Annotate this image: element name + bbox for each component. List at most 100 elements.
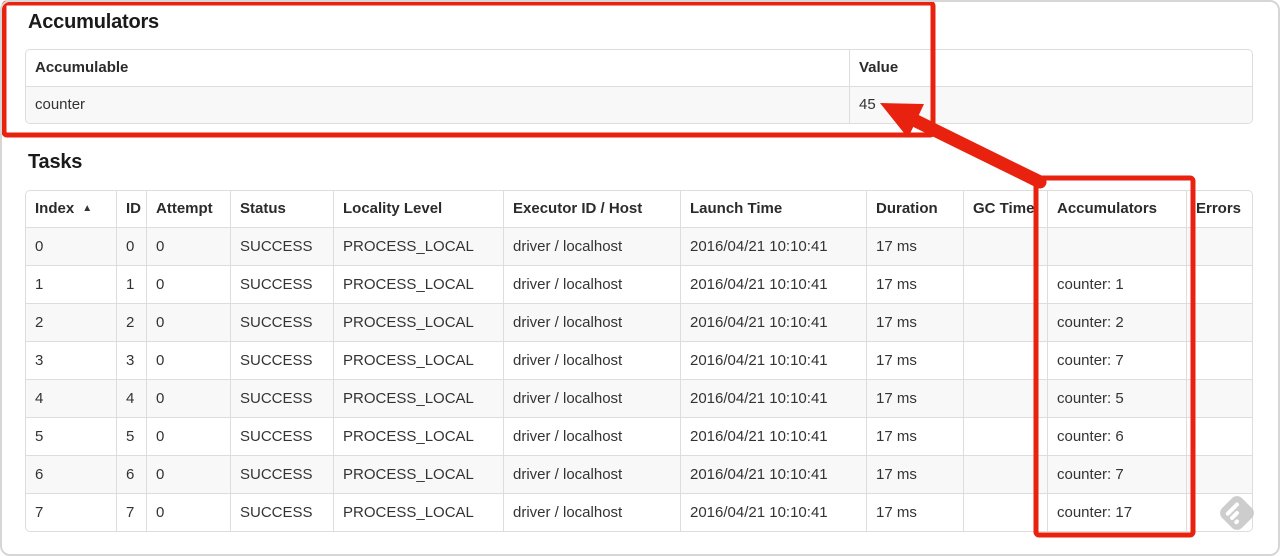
table-cell: 0 bbox=[116, 227, 146, 265]
table-cell: 2016/04/21 10:10:41 bbox=[680, 227, 866, 265]
table-cell: 2016/04/21 10:10:41 bbox=[680, 417, 866, 455]
table-cell: PROCESS_LOCAL bbox=[333, 417, 503, 455]
column-header-label: Launch Time bbox=[690, 200, 783, 217]
table-cell: driver / localhost bbox=[503, 341, 680, 379]
table-cell: counter: 7 bbox=[1047, 455, 1186, 493]
table-cell: counter: 5 bbox=[1047, 379, 1186, 417]
task-row-7: 7 7 0 SUCCESS PROCESS_LOCAL driver / localhos… bbox=[26, 493, 1252, 531]
table-cell: 1 bbox=[116, 265, 146, 303]
table-cell: counter: 7 bbox=[1047, 341, 1186, 379]
task-header-2[interactable]: Attempt bbox=[146, 191, 230, 227]
table-cell: 17 ms bbox=[866, 227, 963, 265]
table-cell: SUCCESS bbox=[230, 303, 333, 341]
accumulators-header-row: Accumulable Value bbox=[26, 50, 1252, 86]
table-cell: 17 ms bbox=[866, 341, 963, 379]
table-cell: counter: 2 bbox=[1047, 303, 1186, 341]
table-cell: 7 bbox=[26, 493, 116, 531]
table-cell: 1 bbox=[26, 265, 116, 303]
table-cell: 6 bbox=[116, 455, 146, 493]
table-cell: 45 bbox=[849, 86, 1252, 123]
column-header-label: Value bbox=[859, 59, 899, 76]
table-cell: PROCESS_LOCAL bbox=[333, 265, 503, 303]
table-cell: PROCESS_LOCAL bbox=[333, 227, 503, 265]
task-header-1[interactable]: ID bbox=[116, 191, 146, 227]
table-cell: 7 bbox=[116, 493, 146, 531]
table-cell: counter: 17 bbox=[1047, 493, 1186, 531]
table-cell: SUCCESS bbox=[230, 379, 333, 417]
table-cell bbox=[1186, 303, 1252, 341]
table-cell bbox=[1047, 227, 1186, 265]
table-cell: 17 ms bbox=[866, 265, 963, 303]
accumulable-header-0: Accumulable bbox=[26, 50, 849, 86]
table-cell: 2016/04/21 10:10:41 bbox=[680, 379, 866, 417]
task-header-4[interactable]: Locality Level bbox=[333, 191, 503, 227]
table-cell: 2016/04/21 10:10:41 bbox=[680, 303, 866, 341]
task-row-1: 1 1 0 SUCCESS PROCESS_LOCAL driver / localhos… bbox=[26, 265, 1252, 303]
table-cell: driver / localhost bbox=[503, 227, 680, 265]
table-cell: 0 bbox=[26, 227, 116, 265]
table-cell: 2 bbox=[116, 303, 146, 341]
table-cell: 2 bbox=[26, 303, 116, 341]
table-cell bbox=[1186, 417, 1252, 455]
table-cell bbox=[1186, 265, 1252, 303]
table-cell: 3 bbox=[116, 341, 146, 379]
accumulators-section-title: Accumulators bbox=[28, 11, 159, 33]
task-header-7[interactable]: Duration bbox=[866, 191, 963, 227]
table-cell: counter: 6 bbox=[1047, 417, 1186, 455]
table-cell: 17 ms bbox=[866, 303, 963, 341]
table-cell: 4 bbox=[116, 379, 146, 417]
table-cell: PROCESS_LOCAL bbox=[333, 493, 503, 531]
table-cell: driver / localhost bbox=[503, 303, 680, 341]
table-cell: 6 bbox=[26, 455, 116, 493]
table-cell bbox=[1186, 227, 1252, 265]
table-cell bbox=[963, 417, 1047, 455]
accumulators-table: Accumulable Value counter 45 bbox=[25, 49, 1253, 124]
accumulator-row-0: counter 45 bbox=[26, 86, 1252, 123]
task-row-5: 5 5 0 SUCCESS PROCESS_LOCAL driver / localhos… bbox=[26, 417, 1252, 455]
table-cell: PROCESS_LOCAL bbox=[333, 455, 503, 493]
table-cell: 0 bbox=[146, 417, 230, 455]
column-header-label: Attempt bbox=[156, 200, 213, 217]
task-row-4: 4 4 0 SUCCESS PROCESS_LOCAL driver / localhos… bbox=[26, 379, 1252, 417]
task-row-0: 0 0 0 SUCCESS PROCESS_LOCAL driver / localhos… bbox=[26, 227, 1252, 265]
table-cell: 17 ms bbox=[866, 379, 963, 417]
column-header-label: Status bbox=[240, 200, 286, 217]
tasks-table-body: 0 0 0 SUCCESS PROCESS_LOCAL driver / localhos… bbox=[26, 227, 1252, 531]
table-cell: counter bbox=[26, 86, 849, 123]
tasks-table: Index ▲ ID Attempt Status Locality Level Execu… bbox=[25, 190, 1253, 532]
table-cell: 17 ms bbox=[866, 455, 963, 493]
table-cell: SUCCESS bbox=[230, 493, 333, 531]
table-cell: driver / localhost bbox=[503, 417, 680, 455]
table-cell: SUCCESS bbox=[230, 417, 333, 455]
table-cell: counter: 1 bbox=[1047, 265, 1186, 303]
table-cell: 5 bbox=[116, 417, 146, 455]
task-header-9[interactable]: Accumulators bbox=[1047, 191, 1186, 227]
table-cell: 0 bbox=[146, 303, 230, 341]
task-header-3[interactable]: Status bbox=[230, 191, 333, 227]
table-cell: 2016/04/21 10:10:41 bbox=[680, 455, 866, 493]
task-header-5[interactable]: Executor ID / Host bbox=[503, 191, 680, 227]
table-cell: PROCESS_LOCAL bbox=[333, 303, 503, 341]
table-cell bbox=[963, 265, 1047, 303]
table-cell: 2016/04/21 10:10:41 bbox=[680, 341, 866, 379]
table-cell: 0 bbox=[146, 265, 230, 303]
tasks-header-row: Index ▲ ID Attempt Status Locality Level Execu… bbox=[26, 191, 1252, 227]
task-row-3: 3 3 0 SUCCESS PROCESS_LOCAL driver / localhos… bbox=[26, 341, 1252, 379]
task-header-10[interactable]: Errors bbox=[1186, 191, 1252, 227]
table-cell bbox=[963, 455, 1047, 493]
column-header-label: Accumulable bbox=[35, 59, 129, 76]
table-cell: 0 bbox=[146, 455, 230, 493]
annotation-arrow-shaft bbox=[909, 114, 1047, 189]
table-cell: driver / localhost bbox=[503, 493, 680, 531]
column-header-label: Index bbox=[35, 200, 75, 217]
task-header-0[interactable]: Index ▲ bbox=[26, 191, 116, 227]
table-cell: driver / localhost bbox=[503, 379, 680, 417]
table-cell: SUCCESS bbox=[230, 455, 333, 493]
skitch-watermark-icon bbox=[1216, 492, 1258, 534]
task-header-8[interactable]: GC Time bbox=[963, 191, 1047, 227]
task-header-6[interactable]: Launch Time bbox=[680, 191, 866, 227]
task-row-6: 6 6 0 SUCCESS PROCESS_LOCAL driver / localhos… bbox=[26, 455, 1252, 493]
task-row-2: 2 2 0 SUCCESS PROCESS_LOCAL driver / localhos… bbox=[26, 303, 1252, 341]
skitch-watermark-square bbox=[1217, 493, 1257, 533]
accumulable-header-1: Value bbox=[849, 50, 1252, 86]
